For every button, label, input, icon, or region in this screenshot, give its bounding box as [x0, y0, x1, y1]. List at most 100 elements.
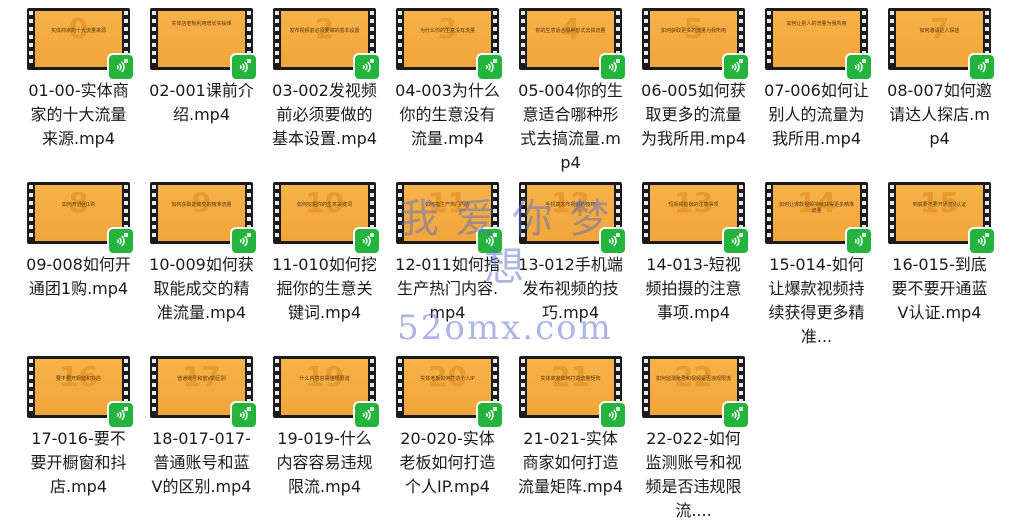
video-thumbnail[interactable]: 10 如何挖掘你的生意关键词: [273, 182, 379, 253]
file-name-label: 05-004你的生意适合哪种形式去搞流量.mp4: [518, 81, 623, 172]
wechat-video-icon: [970, 55, 994, 79]
wechat-video-icon: [355, 403, 379, 427]
wechat-video-icon: [478, 403, 502, 427]
wechat-video-icon: [847, 229, 871, 253]
file-item[interactable]: 5 如何获取更多的流量为我所用 06-005如何获取更多的流量为我所用.mp4: [641, 8, 748, 176]
thumbnail-title: 实体商家的十大流量来源: [50, 28, 106, 34]
file-name-label: 21-021-实体商家如何打造流量矩阵.mp4: [518, 429, 624, 496]
file-name-label: 17-016-要不要开橱窗和抖店.mp4: [30, 429, 127, 496]
thumbnail-title: 如何让爆款视频持续获得更多精准流量: [778, 202, 854, 214]
wechat-video-icon: [724, 55, 748, 79]
file-browser-window: { "files": [ {"number": "0", "thumb_text…: [0, 0, 1010, 523]
file-item[interactable]: 17 普通账号和蓝V的区别 18-017-017-普通账号和蓝V的区别.mp4: [149, 356, 256, 524]
file-name-label: 19-019-什么内容容易违规限流.mp4: [276, 429, 373, 496]
thumbnail-title: 如何指生产热门内容: [424, 202, 470, 208]
file-name-label: 13-012手机端发布视频的技巧.mp4: [518, 255, 623, 322]
video-thumbnail[interactable]: 20 实体老板如何打造个人IP: [396, 356, 502, 427]
wechat-video-icon: [724, 229, 748, 253]
file-item[interactable]: 11 如何指生产热门内容 12-011如何指生产热门内容.mp4: [395, 182, 502, 350]
file-name-label: 10-009如何获取能成交的精准流量.mp4: [149, 255, 254, 322]
file-item[interactable]: 实体店老板利用增长实操课 02-001课前介绍.mp4: [149, 8, 256, 176]
video-thumbnail[interactable]: 实体店老板利用增长实操课: [150, 8, 256, 79]
file-name-label: 09-008如何开通团1购.mp4: [26, 255, 131, 298]
file-name-label: 11-010如何挖掘你的生意关键词.mp4: [272, 255, 377, 322]
video-thumbnail[interactable]: 13 短视频拍摄的注意事项: [642, 182, 748, 253]
thumbnail-title: 如何监测账号和视频是否违规限流: [655, 376, 731, 382]
file-name-label: 06-005如何获取更多的流量为我所用.mp4: [641, 81, 747, 148]
thumbnail-title: 如何获取能成交的精准流量: [171, 202, 232, 208]
file-item[interactable]: 19 什么内容容易违规限流 19-019-什么内容容易违规限流.mp4: [272, 356, 379, 524]
video-thumbnail[interactable]: 14 如何让爆款视频持续获得更多精准流量: [765, 182, 871, 253]
thumbnail-title: 如何开通团1购: [61, 202, 96, 208]
wechat-video-icon: [478, 229, 502, 253]
wechat-video-icon: [232, 403, 256, 427]
wechat-video-icon: [724, 403, 748, 427]
thumbnail-title: 要不要开橱窗和抖店: [55, 376, 101, 382]
file-item[interactable]: 12 手机端发布视频的技巧 13-012手机端发布视频的技巧.mp4: [518, 182, 625, 350]
file-item[interactable]: 7 如何邀请达人探店 08-007如何邀请达人探店.mp4: [887, 8, 994, 176]
file-item[interactable]: 0 实体商家的十大流量来源 01-00-实体商家的十大流量来源.mp4: [26, 8, 133, 176]
thumbnail-title: 实体商家如何打造流量矩阵: [540, 376, 601, 382]
video-thumbnail[interactable]: 16 要不要开橱窗和抖店: [27, 356, 133, 427]
file-name-label: 01-00-实体商家的十大流量来源.mp4: [28, 81, 129, 148]
thumbnail-title: 如何让别人的流量为我所用: [786, 21, 847, 27]
video-thumbnail[interactable]: 0 实体商家的十大流量来源: [27, 8, 133, 79]
video-thumbnail[interactable]: 9 如何获取能成交的精准流量: [150, 182, 256, 253]
video-thumbnail[interactable]: 19 什么内容容易违规限流: [273, 356, 379, 427]
video-thumbnail[interactable]: 如何让别人的流量为我所用: [765, 8, 871, 79]
video-thumbnail[interactable]: 4 你的生意适合哪种形式去搞流量: [519, 8, 625, 79]
file-item[interactable]: 9 如何获取能成交的精准流量 10-009如何获取能成交的精准流量.mp4: [149, 182, 256, 350]
wechat-video-icon: [109, 55, 133, 79]
file-item[interactable]: 如何让别人的流量为我所用 07-006如何让别人的流量为我所用.mp4: [764, 8, 871, 176]
wechat-video-icon: [109, 403, 133, 427]
video-thumbnail[interactable]: 17 普通账号和蓝V的区别: [150, 356, 256, 427]
wechat-video-icon: [970, 229, 994, 253]
file-name-label: 18-017-017-普通账号和蓝V的区别.mp4: [151, 429, 252, 496]
wechat-video-icon: [355, 229, 379, 253]
file-name-label: 15-014-如何让爆款视频持续获得更多精准...: [768, 255, 865, 346]
video-thumbnail[interactable]: 21 实体商家如何打造流量矩阵: [519, 356, 625, 427]
wechat-video-icon: [232, 229, 256, 253]
file-item[interactable]: 8 如何开通团1购 09-008如何开通团1购.mp4: [26, 182, 133, 350]
file-item[interactable]: 22 如何监测账号和视频是否违规限流 22-022-如何监测账号和视频是否违规限流.…: [641, 356, 748, 524]
file-name-label: 03-002发视频前必须要做的基本设置.mp4: [272, 81, 378, 148]
file-name-label: 02-001课前介绍.mp4: [149, 81, 254, 124]
thumbnail-title: 到底要不要开通蓝V认证: [912, 202, 967, 208]
wechat-video-icon: [109, 229, 133, 253]
video-thumbnail[interactable]: 22 如何监测账号和视频是否违规限流: [642, 356, 748, 427]
video-thumbnail[interactable]: 11 如何指生产热门内容: [396, 182, 502, 253]
thumbnail-title: 你的生意适合哪种形式去搞流量: [535, 28, 606, 34]
file-item[interactable]: 21 实体商家如何打造流量矩阵 21-021-实体商家如何打造流量矩阵.mp4: [518, 356, 625, 524]
file-name-label: 04-003为什么你的生意没有流量.mp4: [395, 81, 500, 148]
video-thumbnail[interactable]: 5 如何获取更多的流量为我所用: [642, 8, 748, 79]
file-name-label: 07-006如何让别人的流量为我所用.mp4: [764, 81, 869, 148]
wechat-video-icon: [601, 55, 625, 79]
file-name-label: 22-022-如何监测账号和视频是否违规限流....: [645, 429, 742, 520]
wechat-video-icon: [355, 55, 379, 79]
file-item[interactable]: 4 你的生意适合哪种形式去搞流量 05-004你的生意适合哪种形式去搞流量.mp4: [518, 8, 625, 176]
thumbnail-title: 如何挖掘你的生意关键词: [296, 202, 352, 208]
file-name-label: 08-007如何邀请达人探店.mp4: [887, 81, 992, 148]
video-thumbnail[interactable]: 8 如何开通团1购: [27, 182, 133, 253]
video-thumbnail[interactable]: 12 手机端发布视频的技巧: [519, 182, 625, 253]
video-thumbnail[interactable]: 7 如何邀请达人探店: [888, 8, 994, 79]
file-item[interactable]: 14 如何让爆款视频持续获得更多精准流量 15-014-如何让爆款视频持续获得更多精…: [764, 182, 871, 350]
wechat-video-icon: [232, 55, 256, 79]
file-item[interactable]: 2 发布视频前必须要做的基本设置 03-002发视频前必须要做的基本设置.mp4: [272, 8, 379, 176]
file-name-label: 14-013-短视频拍摄的注意事项.mp4: [645, 255, 742, 322]
video-thumbnail[interactable]: 15 到底要不要开通蓝V认证: [888, 182, 994, 253]
file-item[interactable]: 20 实体老板如何打造个人IP 20-020-实体老板如何打造个人IP.mp4: [395, 356, 502, 524]
wechat-video-icon: [478, 55, 502, 79]
thumbnail-title: 普通账号和蓝V的区别: [177, 376, 226, 382]
wechat-video-icon: [601, 229, 625, 253]
wechat-video-icon: [601, 403, 625, 427]
file-item[interactable]: 16 要不要开橱窗和抖店 17-016-要不要开橱窗和抖店.mp4: [26, 356, 133, 524]
file-item[interactable]: 13 短视频拍摄的注意事项 14-013-短视频拍摄的注意事项.mp4: [641, 182, 748, 350]
thumbnail-title: 实体店老板利用增长实操课: [171, 21, 232, 27]
file-item[interactable]: 10 如何挖掘你的生意关键词 11-010如何挖掘你的生意关键词.mp4: [272, 182, 379, 350]
file-item[interactable]: 3 为什么你的生意没有流量 04-003为什么你的生意没有流量.mp4: [395, 8, 502, 176]
thumbnail-title: 发布视频前必须要做的基本设置: [289, 28, 360, 34]
video-thumbnail[interactable]: 2 发布视频前必须要做的基本设置: [273, 8, 379, 79]
video-thumbnail[interactable]: 3 为什么你的生意没有流量: [396, 8, 502, 79]
file-item[interactable]: 15 到底要不要开通蓝V认证 16-015-到底要不要开通蓝V认证.mp4: [887, 182, 994, 350]
